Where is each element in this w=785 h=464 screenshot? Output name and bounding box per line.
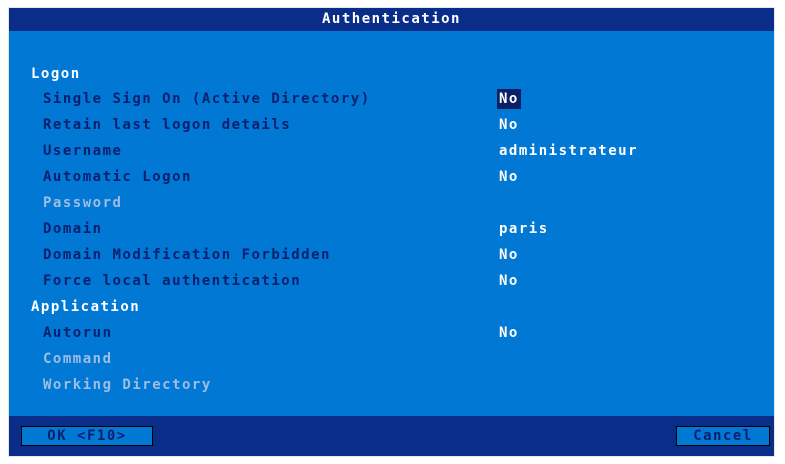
command-label: Command	[43, 351, 113, 367]
retain-logon-label: Retain last logon details	[43, 117, 292, 133]
row-command: Command	[9, 349, 774, 369]
domain-value[interactable]: paris	[499, 219, 549, 239]
automatic-logon-label: Automatic Logon	[43, 169, 192, 185]
domain-modification-label: Domain Modification Forbidden	[43, 247, 331, 263]
username-label: Username	[43, 143, 123, 159]
domain-modification-value[interactable]: No	[499, 245, 519, 265]
autorun-label: Autorun	[43, 325, 113, 341]
force-local-auth-label: Force local authentication	[43, 273, 302, 289]
dialog-title: Authentication	[9, 8, 774, 31]
row-password: Password	[9, 193, 774, 213]
row-username[interactable]: Username administrateur	[9, 141, 774, 161]
automatic-logon-value[interactable]: No	[499, 167, 519, 187]
autorun-value[interactable]: No	[499, 323, 519, 343]
row-domain[interactable]: Domain paris	[9, 219, 774, 239]
password-label: Password	[43, 195, 123, 211]
username-value[interactable]: administrateur	[499, 141, 638, 161]
domain-label: Domain	[43, 221, 103, 237]
row-domain-modification[interactable]: Domain Modification Forbidden No	[9, 245, 774, 265]
row-working-directory: Working Directory	[9, 375, 774, 395]
single-sign-on-label: Single Sign On (Active Directory)	[43, 91, 371, 107]
row-force-local-auth[interactable]: Force local authentication No	[9, 271, 774, 291]
working-directory-label: Working Directory	[43, 377, 212, 393]
row-retain-logon[interactable]: Retain last logon details No	[9, 115, 774, 135]
force-local-auth-value[interactable]: No	[499, 271, 519, 291]
authentication-dialog: Authentication Logon Single Sign On (Act…	[8, 7, 775, 457]
row-autorun[interactable]: Autorun No	[9, 323, 774, 343]
section-logon: Logon	[31, 66, 81, 82]
ok-button[interactable]: OK <F10>	[21, 426, 153, 446]
cancel-button[interactable]: Cancel	[676, 426, 770, 446]
section-application: Application	[31, 299, 141, 315]
row-automatic-logon[interactable]: Automatic Logon No	[9, 167, 774, 187]
dialog-footer: OK <F10> Cancel	[9, 416, 774, 456]
retain-logon-value[interactable]: No	[499, 115, 519, 135]
row-single-sign-on[interactable]: Single Sign On (Active Directory) No	[9, 89, 774, 109]
single-sign-on-value[interactable]: No	[497, 89, 521, 109]
